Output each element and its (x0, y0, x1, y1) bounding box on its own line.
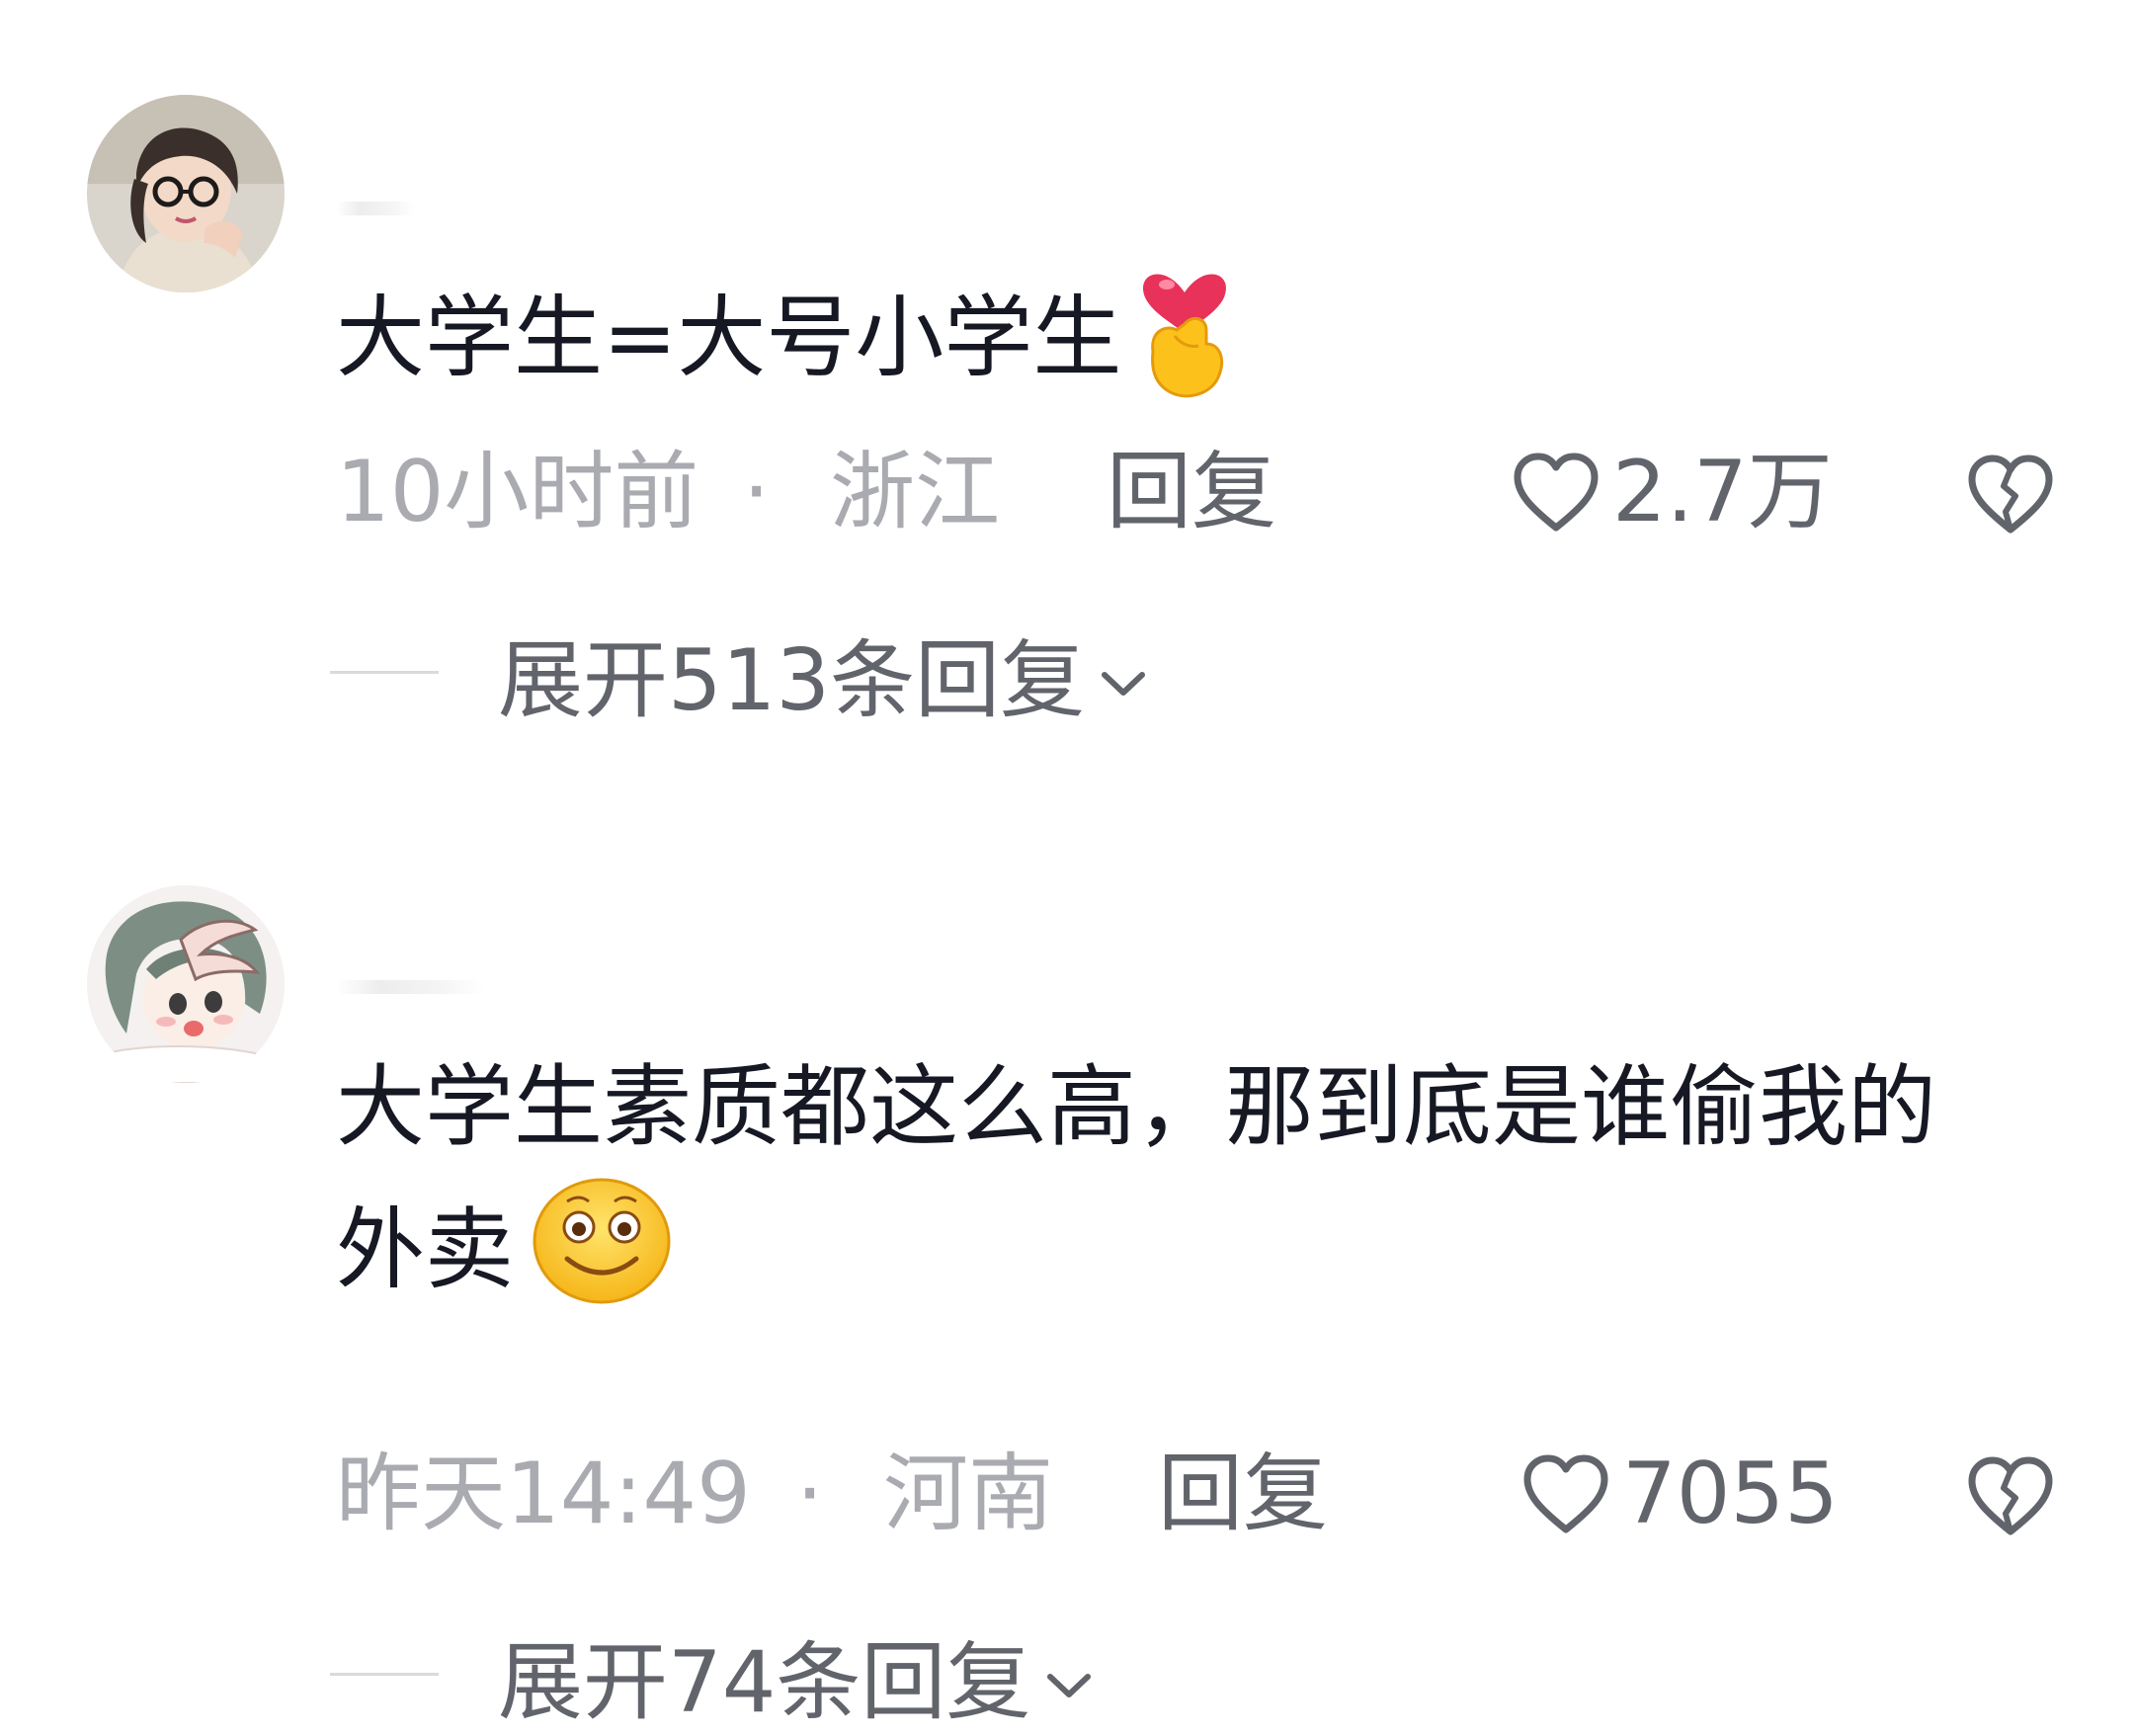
username-blurred[interactable] (336, 980, 484, 994)
smiling-face-emoji-icon (528, 1170, 676, 1341)
broken-heart-icon[interactable] (1966, 1454, 2055, 1543)
chevron-down-icon (1044, 1624, 1094, 1723)
expand-replies-label: 展开74条回复 (498, 1632, 1031, 1732)
user-avatar-photo-icon (87, 95, 285, 292)
comment-item: 大学生素质都这么高，那到底是谁偷我的外卖 昨天14:49 · 河南 回复 705… (0, 790, 2134, 1732)
comment-text: 大学生=大号小学生 (336, 253, 2015, 434)
avatar[interactable] (87, 885, 285, 1083)
finger-heart-emoji-icon (1135, 253, 1234, 434)
heart-icon (1512, 451, 1600, 534)
like-button[interactable]: 2.7万 (1512, 443, 1833, 541)
reply-button[interactable]: 回复 (1158, 1445, 1328, 1543)
reply-button[interactable]: 回复 (1107, 443, 1276, 541)
comment-body: 大学生=大号小学生 (336, 286, 1122, 390)
user-avatar-anime-icon (87, 885, 285, 1083)
comment-location: 河南 (883, 1445, 1053, 1543)
meta-separator: · (796, 1445, 824, 1543)
username-blurred[interactable] (336, 202, 415, 215)
comment-meta: 昨天14:49 · 河南 回复 7055 (336, 1445, 2134, 1543)
chevron-down-icon (1099, 622, 1148, 721)
like-count: 7055 (1622, 1445, 1839, 1543)
like-count: 2.7万 (1612, 443, 1833, 541)
divider-line (330, 670, 439, 674)
heart-icon (1521, 1452, 1610, 1535)
meta-separator: · (743, 443, 771, 541)
comment-text: 大学生素质都这么高，那到底是谁偷我的外卖 (336, 1045, 2015, 1341)
expand-replies-button[interactable]: 展开74条回复 (330, 1624, 1094, 1732)
comment-item: 大学生=大号小学生 10小时前 · 浙江 回复 2.7万 展开513条回复 (0, 0, 2134, 790)
expand-replies-label: 展开513条回复 (498, 630, 1086, 730)
broken-heart-icon[interactable] (1966, 453, 2055, 541)
avatar[interactable] (87, 95, 285, 292)
expand-replies-button[interactable]: 展开513条回复 (330, 622, 1148, 730)
like-button[interactable]: 7055 (1521, 1445, 1839, 1543)
comment-time: 10小时前 (336, 443, 699, 541)
comment-location: 浙江 (830, 443, 1000, 541)
divider-line (330, 1672, 439, 1676)
comment-meta: 10小时前 · 浙江 回复 2.7万 (336, 443, 2134, 541)
comment-time: 昨天14:49 (336, 1445, 751, 1543)
